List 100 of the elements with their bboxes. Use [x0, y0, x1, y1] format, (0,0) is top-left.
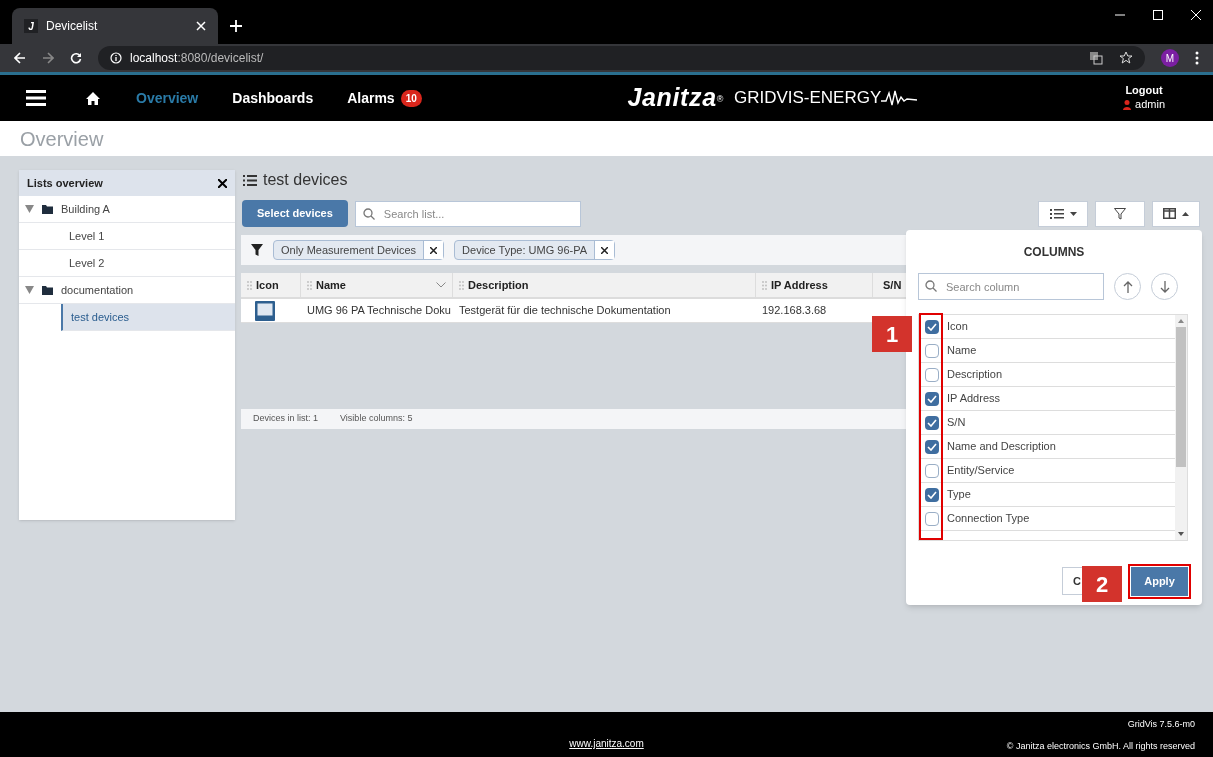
back-icon[interactable]	[14, 52, 26, 64]
columns-button[interactable]	[1152, 200, 1200, 227]
callout-badge: 1	[872, 316, 912, 352]
remove-filter-button[interactable]	[594, 241, 615, 259]
close-icon	[601, 246, 609, 254]
search-field[interactable]: Search column	[918, 273, 1104, 300]
column-option[interactable]: Description	[947, 366, 1003, 383]
drag-handle-icon	[459, 280, 464, 290]
status-text: Visible columns: 5	[340, 412, 413, 426]
checkbox[interactable]	[925, 367, 939, 382]
pulse-wave-icon	[881, 89, 918, 107]
maximize-icon[interactable]	[1153, 10, 1163, 20]
expander-icon[interactable]	[25, 286, 34, 294]
scrollbar[interactable]	[1175, 315, 1187, 540]
drag-handle-icon	[247, 280, 252, 290]
address-bar[interactable]: localhost:8080/devicelist/	[98, 46, 1145, 70]
column-option[interactable]: IP Address	[947, 390, 1000, 407]
device-icon	[255, 300, 275, 321]
tree-item[interactable]: Level 2	[19, 250, 235, 277]
arrow-down-icon	[1159, 280, 1170, 293]
profile-avatar[interactable]: M	[1161, 49, 1179, 67]
folder-icon	[42, 204, 53, 214]
page-title: Overview	[20, 126, 104, 152]
new-tab-icon[interactable]	[230, 20, 242, 32]
reload-icon[interactable]	[70, 52, 82, 64]
close-icon[interactable]	[218, 178, 227, 188]
checkbox[interactable]	[925, 439, 939, 454]
list-icon	[1049, 208, 1064, 219]
star-icon[interactable]	[1119, 51, 1133, 65]
list-title: test devices	[263, 170, 348, 190]
column-header[interactable]: IP Address	[756, 273, 873, 297]
checkbox[interactable]	[925, 343, 939, 358]
column-option[interactable]: Type	[947, 486, 971, 503]
chevron-down-icon[interactable]	[436, 282, 446, 288]
filter-chip: Device Type: UMG 96-PA	[454, 240, 616, 260]
menu-icon[interactable]	[26, 90, 46, 106]
column-header[interactable]: Name	[301, 273, 453, 297]
close-icon	[430, 246, 438, 254]
caret-down-icon	[1069, 211, 1077, 216]
scroll-down-icon[interactable]	[1178, 532, 1184, 536]
checkbox[interactable]	[925, 511, 939, 526]
filter-icon	[1114, 207, 1126, 220]
apply-button[interactable]: Apply	[1131, 567, 1188, 596]
column-option[interactable]: Icon	[947, 318, 968, 335]
column-option[interactable]: Name and Description	[947, 438, 1056, 455]
column-option[interactable]: Name	[947, 342, 977, 359]
table-cell-text: UMG 96 PA Technische Doku	[306, 303, 452, 319]
column-header[interactable]: Description	[453, 273, 756, 297]
column-option[interactable]: Connection Type	[947, 510, 1030, 527]
callout-badge: 2	[1082, 566, 1122, 602]
user-name: admin	[1135, 98, 1165, 112]
url-text: localhost:8080/devicelist/	[130, 50, 264, 67]
tree-item[interactable]: Level 1	[19, 223, 235, 250]
expander-icon[interactable]	[25, 205, 34, 213]
checkbox[interactable]	[925, 319, 939, 334]
menu-icon[interactable]	[1195, 51, 1199, 65]
person-icon	[1123, 99, 1132, 110]
forward-icon[interactable]	[42, 52, 54, 64]
copyright-text: © Janitza electronics GmbH. All rights reserved	[1006, 739, 1195, 753]
nav-link[interactable]: Overview	[136, 87, 199, 109]
nav-link[interactable]: Alarms 10	[347, 87, 422, 109]
column-header[interactable]: Icon	[241, 273, 301, 297]
tab-title: Devicelist	[46, 18, 99, 35]
checkbox[interactable]	[925, 463, 939, 478]
browser-tab[interactable]: J Devicelist	[12, 8, 218, 44]
column-option[interactable]: Entity/Service	[947, 462, 1015, 479]
product-name: GRIDVIS-ENERGY	[733, 87, 882, 110]
translate-icon[interactable]	[1089, 51, 1103, 65]
arrow-up-icon	[1122, 280, 1133, 293]
version-text: GridVis 7.5.6-m0	[1127, 718, 1195, 731]
remove-filter-button[interactable]	[423, 241, 444, 259]
column-option[interactable]: S/N	[947, 414, 966, 431]
status-text: Devices in list: 1	[253, 412, 319, 426]
popover-title: COLUMNS	[1023, 244, 1085, 261]
checkbox[interactable]	[925, 391, 939, 406]
home-icon[interactable]	[86, 91, 100, 105]
checkbox[interactable]	[925, 487, 939, 502]
search-icon	[362, 207, 375, 220]
search-icon	[925, 280, 937, 292]
brand-logo: Janitza$^{®}$	[627, 82, 724, 114]
checkbox[interactable]	[925, 415, 939, 430]
website-link[interactable]: www.janitza.com	[569, 736, 644, 751]
caret-up-icon	[1182, 211, 1189, 216]
filter-icon	[251, 244, 263, 256]
view-options-button[interactable]	[1038, 200, 1088, 227]
nav-link[interactable]: Dashboards	[232, 87, 314, 109]
logout-link[interactable]: Logout	[1125, 84, 1163, 98]
drag-handle-icon	[307, 280, 312, 290]
search-field[interactable]: Search list...	[354, 200, 581, 227]
tree-item[interactable]: test devices	[61, 304, 235, 331]
drag-handle-icon	[762, 280, 767, 290]
list-icon	[243, 174, 257, 186]
select-devices-button[interactable]: Select devices	[242, 200, 348, 227]
filter-chip: Only Measurement Devices	[273, 240, 445, 260]
table-cell-text: 192.168.3.68	[761, 303, 828, 319]
scroll-up-icon[interactable]	[1178, 319, 1184, 323]
columns-icon	[1163, 208, 1176, 219]
tree-folder[interactable]: Building A	[19, 196, 235, 223]
info-icon[interactable]	[110, 52, 122, 64]
filter-button[interactable]	[1095, 200, 1145, 227]
